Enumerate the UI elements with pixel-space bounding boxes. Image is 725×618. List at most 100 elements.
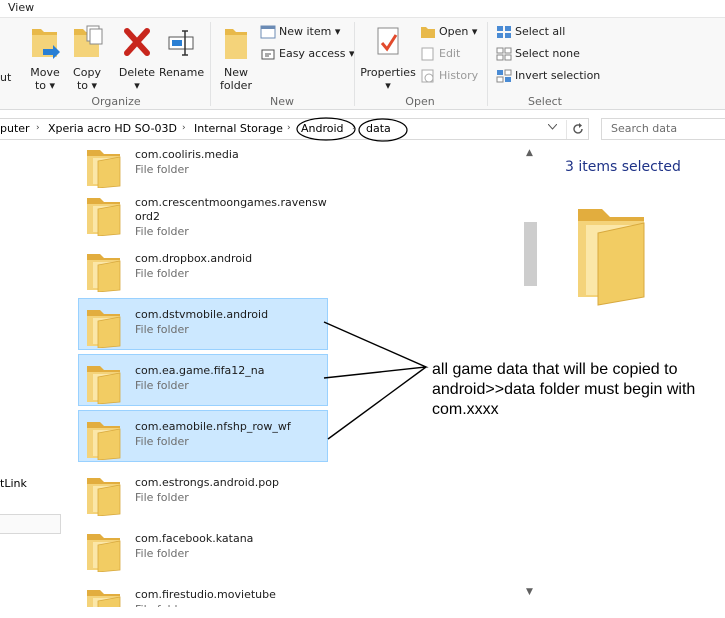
invert-selection-button[interactable]: Invert selection <box>495 66 600 86</box>
search-placeholder: Search data <box>611 122 678 135</box>
copy-to-icon <box>74 25 103 57</box>
file-row[interactable]: com.facebook.katana File folder <box>78 522 328 574</box>
breadcrumb-computer[interactable]: puter <box>0 122 30 135</box>
delete-button[interactable]: Delete ▾ <box>118 23 156 92</box>
folder-icon <box>87 150 121 189</box>
file-type: File folder <box>135 603 189 607</box>
menu-bar: View <box>0 0 725 18</box>
new-item-icon <box>260 25 276 39</box>
file-type: File folder <box>135 225 189 238</box>
easy-access-button[interactable]: Easy access ▾ <box>259 44 355 64</box>
refresh-button[interactable] <box>566 120 588 139</box>
file-name: com.cooliris.media <box>135 148 239 161</box>
file-name: com.ea.game.fifa12_na <box>135 364 265 377</box>
new-folder-button[interactable]: New folder <box>216 23 256 92</box>
scroll-down-icon[interactable]: ▼ <box>526 587 533 597</box>
file-name: com.crescentmoongames.ravensw ord2 <box>135 196 327 223</box>
rename-icon <box>168 30 194 56</box>
folder-icon <box>84 144 124 191</box>
open-icon <box>421 27 435 38</box>
address-bar[interactable]: puter › Xperia acro HD SO-03D › Internal… <box>0 118 589 140</box>
breadcrumb-separator[interactable]: › <box>352 123 356 133</box>
ribbon: ut Move to ▾ Copy to ▾ Delete ▾ Rename O… <box>0 18 725 110</box>
chevron-down-icon[interactable] <box>548 124 557 130</box>
file-type: File folder <box>135 547 189 560</box>
edit-icon <box>421 47 434 61</box>
file-row[interactable]: com.ea.game.fifa12_na File folder <box>78 354 328 406</box>
folder-icon <box>87 198 121 237</box>
breadcrumb-android[interactable]: Android <box>301 122 344 135</box>
properties-icon <box>377 27 399 55</box>
nav-scrollbar[interactable] <box>0 514 61 534</box>
invert-selection-icon <box>496 69 512 83</box>
folder-icon <box>84 584 124 607</box>
file-row[interactable]: com.firestudio.movietube File folder <box>78 578 328 607</box>
folder-icon <box>578 209 645 306</box>
folder-icon <box>84 304 124 351</box>
group-label-new: New <box>270 95 294 108</box>
folder-icon <box>84 416 124 463</box>
folder-icon <box>84 528 124 575</box>
file-type: File folder <box>135 267 189 280</box>
scroll-up-icon[interactable]: ▲ <box>526 148 533 158</box>
selection-count: 3 items selected <box>565 159 681 175</box>
file-row[interactable]: com.dropbox.android File folder <box>78 242 328 294</box>
tab-view[interactable]: View <box>8 1 34 14</box>
breadcrumb-separator[interactable]: › <box>36 123 40 133</box>
folder-icon <box>84 360 124 407</box>
folder-icon <box>87 422 121 461</box>
folder-icon <box>87 534 121 573</box>
file-type: File folder <box>135 491 189 504</box>
file-row[interactable]: com.estrongs.android.pop File folder <box>78 466 328 518</box>
ribbon-separator <box>354 22 355 106</box>
select-all-button[interactable]: Select all <box>495 22 565 42</box>
ribbon-separator <box>210 22 211 106</box>
history-button[interactable]: History <box>419 66 478 86</box>
rename-button[interactable]: Rename <box>159 23 204 79</box>
file-name: com.firestudio.movietube <box>135 588 276 601</box>
file-row[interactable]: com.cooliris.media File folder <box>78 141 328 189</box>
search-input[interactable]: Search data <box>601 118 725 140</box>
group-label-organize: Organize <box>91 95 141 108</box>
breadcrumb-device[interactable]: Xperia acro HD SO-03D <box>48 122 177 135</box>
file-name: com.eamobile.nfshp_row_wf <box>135 420 291 433</box>
file-type: File folder <box>135 435 189 448</box>
folder-icon <box>87 254 121 293</box>
breadcrumb-internal-storage[interactable]: Internal Storage <box>194 122 283 135</box>
open-button[interactable]: Open ▾ <box>419 22 477 42</box>
folder-icon <box>84 248 124 295</box>
move-to-icon <box>32 29 60 59</box>
file-name: com.dropbox.android <box>135 252 253 265</box>
edit-button[interactable]: Edit <box>419 44 460 64</box>
breadcrumb-data[interactable]: data <box>366 122 391 135</box>
move-to-button[interactable]: Move to ▾ <box>26 23 64 92</box>
scrollbar-thumb[interactable] <box>524 222 537 286</box>
file-type: File folder <box>135 379 189 392</box>
address-row: puter › Xperia acro HD SO-03D › Internal… <box>0 118 725 140</box>
folder-icon <box>84 192 124 239</box>
copy-to-button[interactable]: Copy to ▾ <box>70 23 104 92</box>
file-row[interactable]: com.eamobile.nfshp_row_wf File folder <box>78 410 328 462</box>
refresh-icon <box>572 123 583 134</box>
ribbon-separator <box>487 22 488 106</box>
breadcrumb-separator[interactable]: › <box>287 123 291 133</box>
annotation-text: all game data that will be copied to and… <box>432 361 696 418</box>
new-folder-icon <box>225 29 247 59</box>
nav-item-link[interactable]: tLink <box>0 477 27 490</box>
file-name: com.estrongs.android.pop <box>135 476 279 489</box>
properties-button[interactable]: Properties ▾ <box>360 23 416 92</box>
history-icon <box>421 69 434 83</box>
group-label-open: Open <box>405 95 435 108</box>
folder-icon <box>87 590 121 607</box>
breadcrumb-separator[interactable]: › <box>182 123 186 133</box>
group-label-select: Select <box>528 95 562 108</box>
delete-icon <box>124 28 150 56</box>
folder-icon <box>87 310 121 349</box>
select-all-icon <box>497 26 511 38</box>
select-none-button[interactable]: Select none <box>495 44 580 64</box>
file-name: com.facebook.katana <box>135 532 254 545</box>
cut-button[interactable]: ut <box>0 71 11 84</box>
new-item-button[interactable]: New item ▾ <box>259 22 340 42</box>
file-row[interactable]: com.dstvmobile.android File folder <box>78 298 328 350</box>
file-row[interactable]: com.crescentmoongames.ravensw ord2 File f… <box>78 186 328 240</box>
